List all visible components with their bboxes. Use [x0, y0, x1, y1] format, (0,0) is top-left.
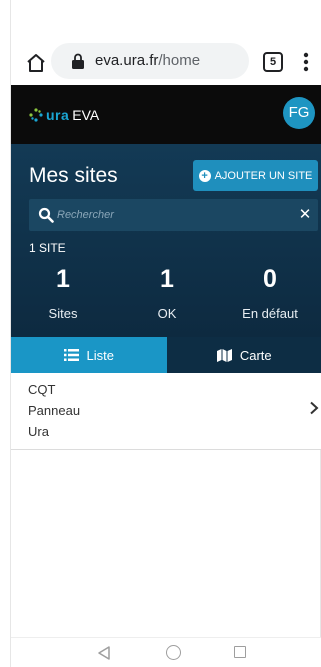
recents-icon[interactable]	[234, 646, 246, 658]
ura-logo-icon	[29, 108, 43, 122]
home-nav-icon[interactable]	[166, 645, 181, 660]
map-icon	[216, 348, 232, 362]
stat-sites: 1 Sites	[11, 264, 115, 321]
stat-ok: 1 OK	[115, 264, 219, 321]
stat-fault: 0 En défaut	[218, 264, 321, 321]
plus-circle-icon: +	[198, 169, 211, 182]
list-icon	[63, 349, 79, 361]
home-icon[interactable]	[24, 51, 48, 75]
android-nav-bar	[11, 637, 321, 667]
tab-map[interactable]: Carte	[166, 337, 321, 373]
stat-sites-value: 1	[56, 265, 70, 293]
phone-screen: eva.ura.fr/home 5 ura EVA FG Mes sites +…	[10, 0, 321, 667]
stat-ok-value: 1	[160, 265, 174, 293]
add-site-button[interactable]: + AJOUTER UN SITE	[193, 160, 318, 191]
search-bar: ✕	[29, 199, 318, 231]
app-logo[interactable]: ura EVA	[29, 106, 99, 124]
stat-sites-label: Sites	[48, 306, 78, 321]
status-bar	[11, 0, 321, 40]
address-bar[interactable]: eva.ura.fr/home	[51, 43, 249, 79]
tab-switcher-button[interactable]: 5	[263, 52, 283, 72]
view-tabs: Liste Carte	[11, 337, 321, 373]
chevron-right-icon	[310, 401, 319, 415]
list-item[interactable]: CQT Panneau Ura	[11, 373, 321, 450]
sites-summary-panel: Mes sites + AJOUTER UN SITE ✕ 1 SITE 1 S…	[11, 144, 321, 337]
stat-fault-value: 0	[263, 265, 277, 293]
user-avatar[interactable]: FG	[283, 97, 315, 129]
browser-toolbar: eva.ura.fr/home 5	[11, 40, 321, 85]
search-input[interactable]	[57, 199, 277, 231]
add-site-label: AJOUTER UN SITE	[214, 169, 313, 182]
stat-ok-label: OK	[157, 306, 177, 321]
more-vert-icon[interactable]	[296, 50, 316, 74]
logo-ura-text: ura	[46, 107, 70, 123]
site-owner: Ura	[28, 424, 49, 439]
stat-fault-label: En défaut	[242, 306, 298, 321]
url-text: eva.ura.fr/home	[95, 52, 200, 69]
lock-icon	[72, 53, 84, 69]
close-icon[interactable]: ✕	[295, 205, 315, 225]
site-type: Panneau	[28, 403, 81, 418]
url-path: /home	[158, 52, 201, 69]
tab-list[interactable]: Liste	[11, 337, 167, 373]
search-icon	[38, 207, 54, 223]
site-name: CQT	[28, 382, 56, 397]
tab-map-label: Carte	[239, 347, 272, 363]
tab-list-label: Liste	[86, 347, 114, 363]
url-host: eva.ura.fr	[95, 52, 159, 69]
site-count-label: 1 SITE	[29, 241, 66, 255]
back-icon[interactable]	[98, 646, 110, 660]
page-title: Mes sites	[29, 164, 118, 187]
app-header: ura EVA FG	[11, 85, 321, 144]
logo-eva-text: EVA	[72, 107, 100, 123]
